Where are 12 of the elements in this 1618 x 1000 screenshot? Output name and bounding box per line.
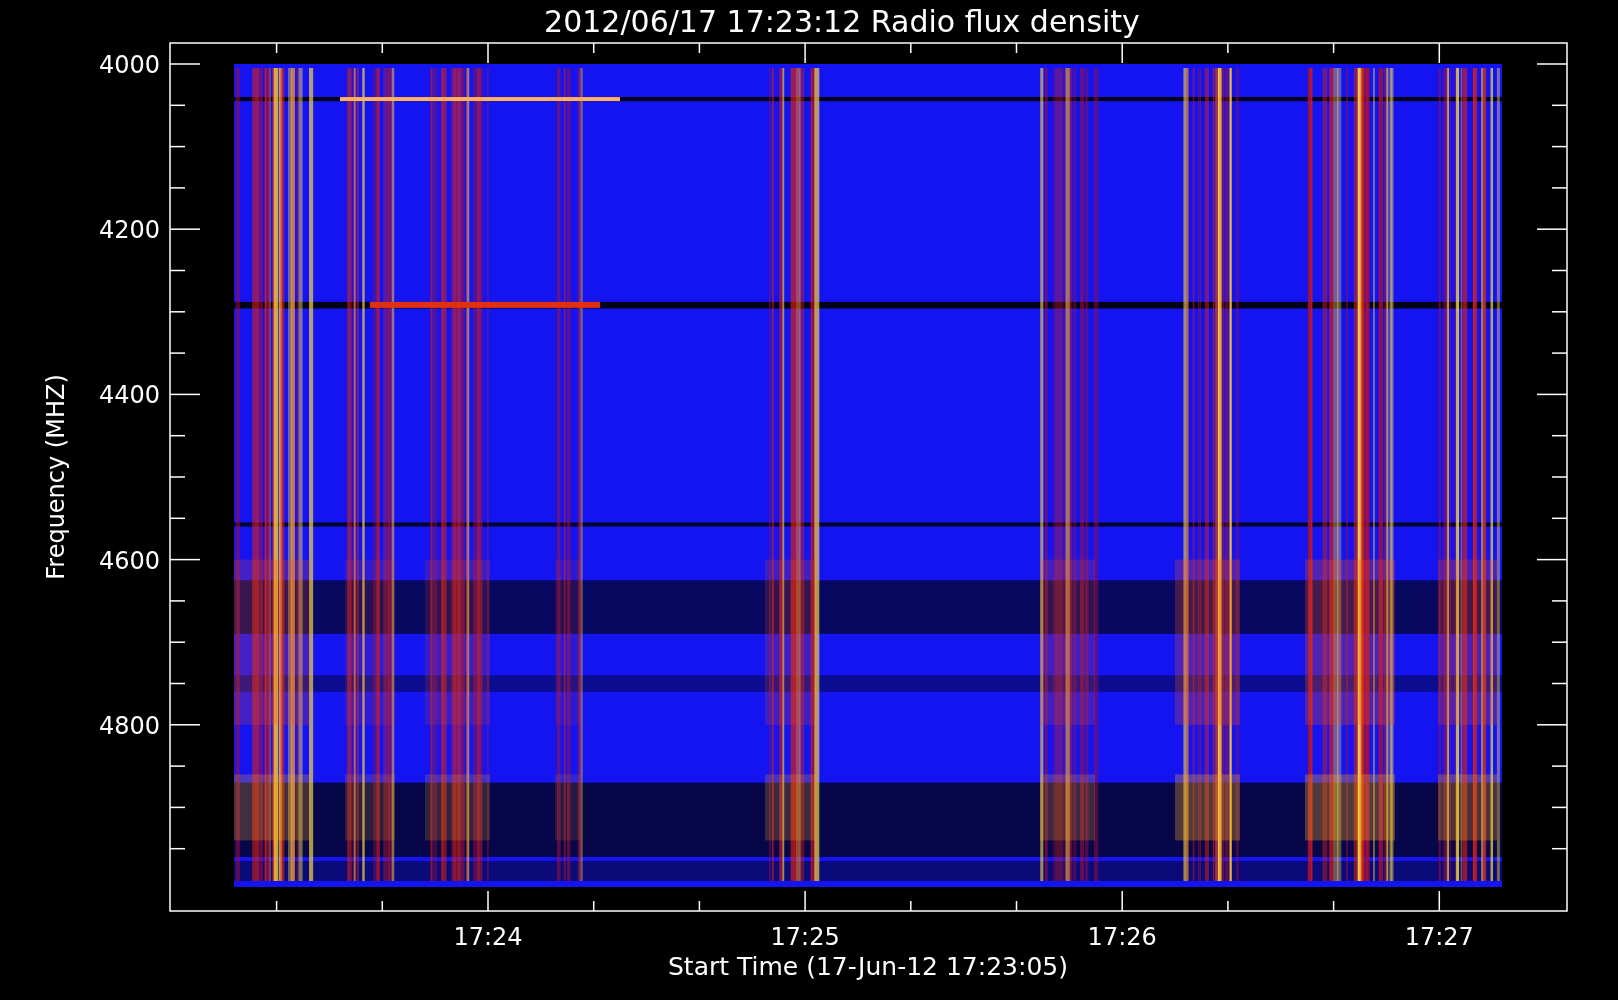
tick-label: 4800 xyxy=(98,711,160,740)
axis-label: Frequency (MHZ) xyxy=(42,374,70,580)
tick-label: 17:27 xyxy=(1404,923,1474,951)
tick-label: 4400 xyxy=(98,381,160,410)
tick-label: 4000 xyxy=(98,51,160,79)
tick-label: 17:25 xyxy=(770,923,840,951)
tick-label: 17:26 xyxy=(1087,923,1157,951)
chart-title: 2012/06/17 17:23:12 Radio flux density xyxy=(544,4,1140,39)
tick-label: 4600 xyxy=(98,546,160,575)
axis-label: Start Time (17-Jun-12 17:23:05) xyxy=(668,952,1068,981)
tick-label: 4200 xyxy=(98,216,160,245)
tick-label: 17:24 xyxy=(453,923,523,951)
